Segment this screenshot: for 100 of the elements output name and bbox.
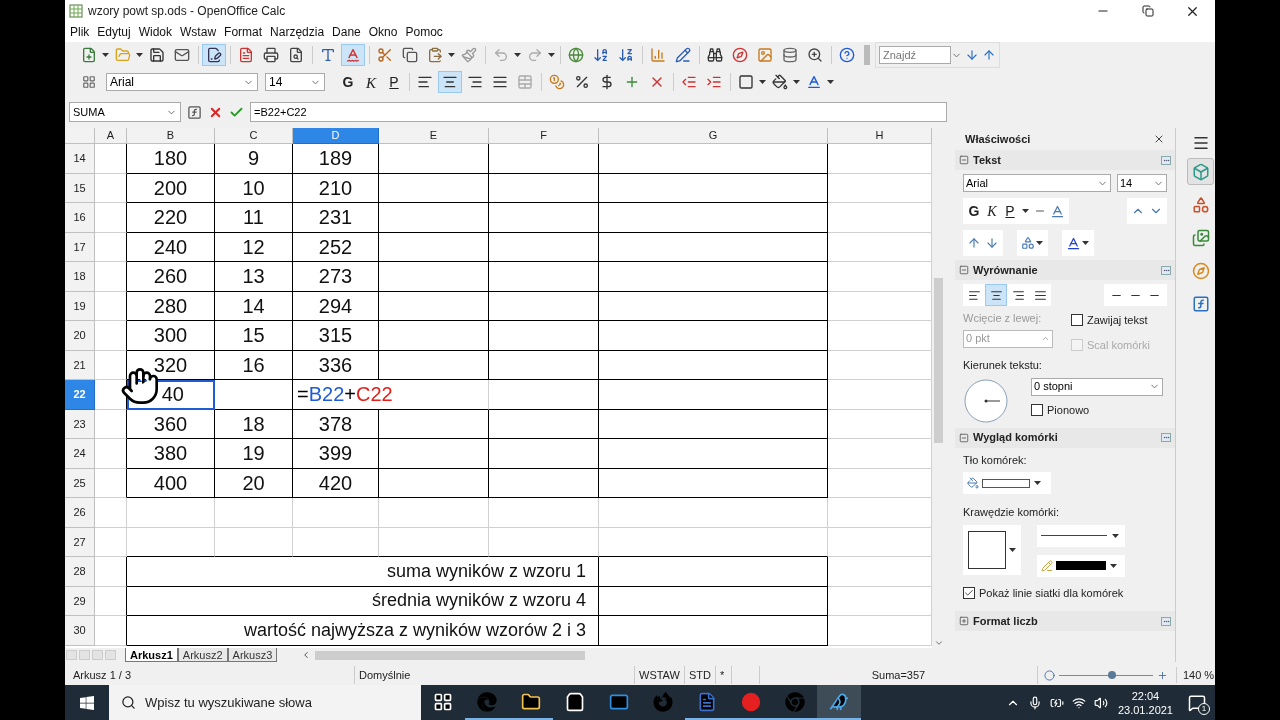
row-header[interactable]: 17 — [65, 232, 95, 262]
row-header[interactable]: 22 — [65, 380, 95, 410]
row-header[interactable]: 26 — [65, 498, 95, 528]
underline-button[interactable]: P — [1003, 200, 1017, 222]
sheet-tab[interactable]: Arkusz3 — [227, 648, 278, 662]
checkbox[interactable] — [1031, 403, 1043, 416]
zoom-in-icon[interactable] — [1156, 669, 1168, 681]
dropdown-arrow-icon[interactable] — [793, 80, 800, 84]
superscript-icon[interactable] — [967, 236, 981, 250]
dropdown-arrow-icon[interactable] — [759, 80, 766, 84]
menu-item[interactable]: Edytuj — [94, 23, 134, 41]
office-app-icon[interactable] — [817, 685, 861, 720]
dropdown-arrow-icon[interactable] — [827, 80, 834, 84]
menu-item[interactable]: Widok — [135, 23, 176, 41]
dropdown-arrow-icon[interactable] — [548, 53, 555, 57]
wifi-icon[interactable] — [1071, 695, 1086, 710]
menu-item[interactable]: Pomoc — [402, 23, 446, 41]
row-header[interactable]: 24 — [65, 439, 95, 469]
column-header[interactable]: D — [293, 128, 379, 144]
name-box[interactable]: SUMA — [69, 102, 181, 122]
row-header[interactable]: 21 — [65, 350, 95, 380]
column-header[interactable]: F — [489, 128, 599, 144]
menu-item[interactable]: Narzędzia — [267, 23, 328, 41]
column-header[interactable]: B — [127, 128, 215, 144]
more-options-icon[interactable] — [1161, 265, 1171, 275]
volume-icon[interactable] — [1093, 695, 1108, 710]
menu-item[interactable]: Plik — [67, 23, 93, 41]
line-color-picker[interactable] — [1037, 554, 1125, 577]
bold-button[interactable]: G — [967, 200, 981, 222]
row-header[interactable]: 30 — [65, 616, 95, 646]
column-header[interactable]: G — [599, 128, 828, 144]
dropdown-arrow-icon[interactable] — [1082, 241, 1089, 245]
row-header[interactable]: 19 — [65, 291, 95, 321]
close-icon[interactable] — [1153, 133, 1165, 145]
more-options-icon[interactable] — [1161, 155, 1171, 165]
angle-field[interactable]: 0 stopni — [1031, 377, 1163, 396]
sheet-tab[interactable]: Arkusz1 — [125, 648, 178, 662]
row-header[interactable]: 15 — [65, 173, 95, 203]
dropdown-arrow-icon[interactable] — [1036, 241, 1043, 245]
cell-editor[interactable]: =B22+C22 — [293, 380, 489, 410]
align-center-icon[interactable] — [985, 284, 1007, 306]
zoom-out-icon[interactable] — [1043, 669, 1055, 681]
font-name-field[interactable]: Arial — [963, 174, 1111, 192]
formula-input[interactable]: =B22+C22 — [250, 102, 947, 122]
character-spacing-icon[interactable] — [1021, 236, 1035, 250]
row-header[interactable]: 29 — [65, 586, 95, 616]
dropdown-arrow-icon[interactable] — [514, 53, 521, 57]
column-header[interactable]: H — [828, 128, 932, 144]
font-color-icon[interactable] — [1066, 235, 1081, 251]
sheet-tab[interactable]: Arkusz2 — [177, 648, 228, 662]
row-header[interactable]: 20 — [65, 321, 95, 351]
scroll-down-icon[interactable] — [933, 638, 944, 648]
row-header[interactable]: 16 — [65, 203, 95, 233]
find-previous-icon[interactable] — [982, 48, 996, 62]
align-center-icon[interactable] — [438, 71, 462, 93]
auto-spellcheck-icon[interactable] — [341, 44, 365, 66]
column-header[interactable]: E — [379, 128, 489, 144]
dropdown-arrow-icon[interactable] — [1112, 533, 1119, 538]
row-header[interactable]: 28 — [65, 557, 95, 587]
properties-icon[interactable] — [1187, 158, 1214, 185]
function-wizard-icon[interactable] — [187, 104, 202, 120]
more-options-icon[interactable] — [1161, 616, 1171, 626]
status-text[interactable]: STD — [684, 666, 716, 684]
bold-button[interactable]: G — [337, 71, 359, 93]
taskbar-search-field[interactable]: Wpisz tu wyszukiwane słowa — [109, 685, 421, 720]
menu-item[interactable]: Dane — [329, 23, 364, 41]
dropdown-arrow-icon[interactable] — [102, 53, 109, 57]
scrollbar-thumb[interactable] — [934, 278, 943, 443]
collapse-icon[interactable] — [959, 265, 969, 275]
font-size-field[interactable]: 14 — [1117, 174, 1167, 192]
edit-file-icon[interactable] — [202, 44, 226, 66]
row-header[interactable]: 27 — [65, 527, 95, 557]
collapse-icon[interactable] — [959, 155, 969, 165]
dropdown-arrow-icon[interactable] — [1110, 563, 1117, 568]
line-style-picker[interactable] — [1037, 524, 1125, 547]
zoom-slider[interactable] — [1058, 670, 1153, 680]
font-size-field[interactable]: 14 — [265, 73, 325, 91]
row-header[interactable]: 25 — [65, 468, 95, 498]
column-header[interactable]: A — [95, 128, 127, 144]
dropdown-arrow-icon[interactable] — [1008, 547, 1016, 552]
underline-button[interactable]: P — [383, 71, 405, 93]
more-options-icon[interactable] — [1161, 433, 1171, 442]
column-header[interactable]: C — [215, 128, 293, 144]
menu-item[interactable]: Wstaw — [177, 23, 220, 41]
checkbox[interactable] — [1071, 314, 1083, 327]
row-header[interactable]: 14 — [65, 144, 95, 174]
italic-button[interactable]: K — [360, 71, 382, 93]
row-header[interactable]: 23 — [65, 409, 95, 439]
italic-button[interactable]: K — [985, 200, 999, 222]
clock[interactable]: 22:04 23.01.2021 — [1117, 688, 1173, 717]
dropdown-arrow-icon[interactable] — [1022, 209, 1029, 213]
status-text[interactable]: WSTAW — [635, 666, 685, 684]
search-icon[interactable] — [121, 695, 136, 710]
row-header[interactable]: 18 — [65, 262, 95, 292]
menu-item[interactable]: Format — [221, 23, 266, 41]
subscript-icon[interactable] — [985, 236, 999, 250]
cell-borders-picker[interactable] — [963, 524, 1021, 575]
find-next-icon[interactable] — [965, 48, 979, 62]
find-field[interactable]: Znajdź — [879, 46, 951, 64]
dropdown-arrow-icon[interactable] — [1034, 481, 1041, 485]
